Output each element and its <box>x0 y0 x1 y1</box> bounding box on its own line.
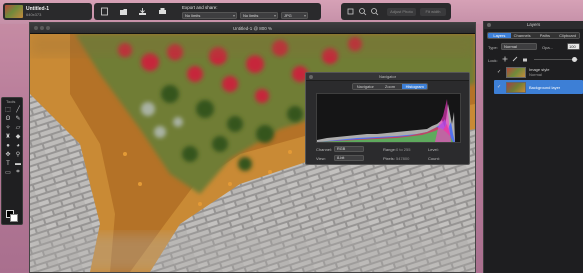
bucket-icon[interactable]: ◆ <box>13 132 23 141</box>
layers-tabs: Layers Channels Paths Clipboard <box>487 32 580 39</box>
pixels-value: 547800 <box>396 156 410 161</box>
background-color-swatch[interactable] <box>10 214 18 222</box>
layer-thumbnail <box>506 81 526 93</box>
view-select[interactable]: 8-bit <box>334 155 364 161</box>
level-label: Level: <box>428 147 439 152</box>
lock-all-icon[interactable] <box>522 56 528 62</box>
range-value: 0 to 255 <box>396 147 411 152</box>
save-icon[interactable] <box>138 7 147 16</box>
tab-zoom[interactable]: Zoom <box>377 84 403 89</box>
stamp-icon[interactable]: ♜ <box>3 132 13 141</box>
opacity-field[interactable]: 100 <box>567 43 580 50</box>
document-thumbnail <box>5 5 23 18</box>
magic-wand-icon[interactable]: ✧ <box>3 123 13 132</box>
layers-title: Layers <box>484 21 583 29</box>
open-folder-icon[interactable] <box>119 7 128 16</box>
eraser-icon[interactable]: ▱ <box>13 123 23 132</box>
view-toolbar: Adjust Photo Fit width <box>341 3 451 20</box>
blend-type-label: Type: <box>488 45 498 50</box>
opacity-label: Opa... <box>542 45 553 50</box>
layers-panel: Layers Layers Channels Paths Clipboard T… <box>483 21 583 273</box>
tab-navigator[interactable]: Navigator <box>353 84 378 89</box>
adjust-photo-button[interactable]: Adjust Photo <box>387 8 416 16</box>
brush-icon[interactable]: ╱ <box>13 105 23 114</box>
tab-paths[interactable]: Paths <box>533 33 557 38</box>
tools-title: Tools <box>6 99 16 104</box>
layer-visibility-check[interactable]: ✓ <box>497 84 501 90</box>
lock-label: Lock: <box>488 58 498 63</box>
export-quality-select[interactable]: No limits <box>240 12 278 19</box>
layer-visibility-check[interactable]: ✓ <box>497 69 501 75</box>
lock-position-icon[interactable] <box>502 56 508 62</box>
blend-mode-select[interactable]: Normal <box>501 43 537 50</box>
navigator-panel: Navigator Navigator Zoom Histogram Chann… <box>305 72 470 165</box>
document-window-title-text: Untitled-1 @ 800 % <box>232 26 273 31</box>
tab-clipboard[interactable]: Clipboard <box>556 33 579 38</box>
layer-thumbnail <box>506 66 526 78</box>
tools-palette: Tools ⬚ ╱ ʘ ✎ ✧ ▱ ♜ ◆ ● ◕ ✥ ⚲ T ▬ ▭ ⌗ <box>1 97 23 225</box>
blur-icon[interactable]: ◕ <box>13 141 23 150</box>
range-label: Range: <box>383 147 396 152</box>
pen-icon[interactable]: ▬ <box>13 159 23 168</box>
window-close-button[interactable] <box>34 26 38 30</box>
window-zoom-button[interactable] <box>46 26 50 30</box>
navigator-title: Navigator <box>306 73 469 81</box>
hand-tool-icon[interactable] <box>346 7 355 16</box>
histogram-plot <box>317 99 455 142</box>
channel-select[interactable]: RGB <box>334 146 364 152</box>
channel-label: Channel: <box>316 147 333 152</box>
lasso-icon[interactable]: ʘ <box>3 114 13 123</box>
dodge-icon[interactable]: ● <box>3 141 13 150</box>
tab-layers[interactable]: Layers <box>488 33 511 38</box>
marquee-icon[interactable]: ⬚ <box>3 105 13 114</box>
export-size-select[interactable]: No limits <box>182 12 237 19</box>
layer-row-image-style[interactable]: ✓ Image style Normal <box>494 65 583 79</box>
document-chip[interactable]: Untitled-1 640x373 <box>3 3 92 20</box>
crop-icon[interactable]: ⌗ <box>13 168 23 177</box>
document-size: 640x373 <box>26 11 42 17</box>
layers-close-button[interactable] <box>487 23 491 27</box>
print-icon[interactable] <box>158 7 167 16</box>
count-label: Count: <box>428 156 440 161</box>
shape-icon[interactable]: ▭ <box>3 168 13 177</box>
window-minimize-button[interactable] <box>40 26 44 30</box>
zoom-icon[interactable]: ⚲ <box>13 150 23 159</box>
zoom-in-icon[interactable] <box>358 7 367 16</box>
zoom-out-icon[interactable] <box>370 7 379 16</box>
tab-channels[interactable]: Channels <box>510 33 534 38</box>
new-file-icon[interactable] <box>100 7 109 16</box>
layer-row-background[interactable]: ✓ Background layer <box>494 80 583 94</box>
export-format-select[interactable]: JPG <box>281 12 308 19</box>
pixels-label: Pixels: <box>383 156 395 161</box>
pencil-icon[interactable]: ✎ <box>13 114 23 123</box>
histogram-graph <box>316 93 461 143</box>
navigator-tabs: Navigator Zoom Histogram <box>352 83 428 90</box>
document-window-title: Untitled-1 @ 800 % <box>30 23 475 34</box>
opacity-slider-thumb[interactable] <box>572 57 577 62</box>
view-label: View: <box>316 156 326 161</box>
type-icon[interactable]: T <box>3 159 13 168</box>
lock-pixels-icon[interactable] <box>512 56 518 62</box>
fit-width-button[interactable]: Fit width <box>420 8 446 16</box>
move-icon[interactable]: ✥ <box>3 150 13 159</box>
tab-histogram[interactable]: Histogram <box>402 84 427 89</box>
document-name: Untitled-1 <box>26 5 50 12</box>
layer-blend-mode: Normal <box>529 72 542 77</box>
export-toolbar: Export and share: No limits No limits JP… <box>94 3 321 20</box>
navigator-close-button[interactable] <box>309 75 313 79</box>
layer-name: Background layer <box>529 84 561 90</box>
export-title: Export and share: <box>182 5 218 10</box>
